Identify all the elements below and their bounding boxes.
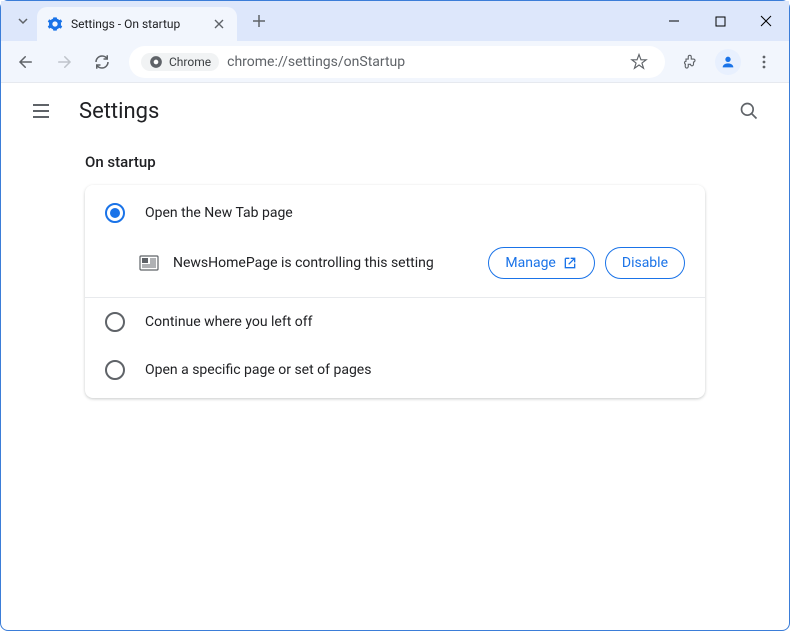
chrome-chip-label: Chrome bbox=[169, 55, 211, 69]
option-specific[interactable]: Open a specific page or set of pages bbox=[85, 346, 705, 394]
arrow-left-icon bbox=[17, 53, 35, 71]
manage-button[interactable]: Manage bbox=[488, 247, 594, 279]
page-title: Settings bbox=[79, 99, 159, 124]
maximize-icon bbox=[715, 16, 726, 27]
close-window-button[interactable] bbox=[743, 1, 789, 41]
search-settings-button[interactable] bbox=[729, 91, 769, 131]
plus-icon bbox=[252, 14, 266, 28]
url-text: chrome://settings/onStartup bbox=[227, 54, 405, 70]
option-new-tab[interactable]: Open the New Tab page bbox=[85, 189, 705, 237]
minimize-icon bbox=[668, 15, 680, 27]
back-button[interactable] bbox=[9, 45, 43, 79]
manage-label: Manage bbox=[505, 255, 555, 271]
tab-search-dropdown[interactable] bbox=[9, 7, 37, 35]
disable-button[interactable]: Disable bbox=[605, 247, 685, 279]
extension-notice-text: NewsHomePage is controlling this setting bbox=[173, 255, 474, 271]
gear-icon bbox=[47, 16, 63, 32]
option-label: Open a specific page or set of pages bbox=[145, 362, 371, 378]
chrome-menu-button[interactable] bbox=[747, 45, 781, 79]
disable-label: Disable bbox=[622, 255, 668, 271]
radio-continue[interactable] bbox=[105, 312, 125, 332]
minimize-button[interactable] bbox=[651, 1, 697, 41]
dots-vertical-icon bbox=[756, 54, 772, 70]
chrome-chip: Chrome bbox=[141, 53, 219, 71]
close-icon bbox=[760, 15, 772, 27]
person-icon bbox=[720, 54, 736, 70]
extensions-button[interactable] bbox=[675, 45, 709, 79]
maximize-button[interactable] bbox=[697, 1, 743, 41]
option-continue[interactable]: Continue where you left off bbox=[85, 298, 705, 346]
option-label: Continue where you left off bbox=[145, 314, 313, 330]
star-icon bbox=[630, 53, 648, 71]
profile-button[interactable] bbox=[711, 45, 745, 79]
settings-content: On startup Open the New Tab page NewsHom… bbox=[1, 139, 789, 398]
chevron-down-icon bbox=[17, 15, 29, 27]
browser-tab[interactable]: Settings - On startup bbox=[37, 7, 237, 41]
extension-notice-row: NewsHomePage is controlling this setting… bbox=[85, 237, 705, 298]
puzzle-icon bbox=[683, 53, 701, 71]
close-icon bbox=[214, 19, 224, 29]
forward-button[interactable] bbox=[47, 45, 81, 79]
radio-specific[interactable] bbox=[105, 360, 125, 380]
settings-header: Settings bbox=[1, 83, 789, 139]
window-titlebar: Settings - On startup bbox=[1, 1, 789, 41]
radio-new-tab[interactable] bbox=[105, 203, 125, 223]
reload-button[interactable] bbox=[85, 45, 119, 79]
tab-close-button[interactable] bbox=[211, 16, 227, 32]
window-controls bbox=[651, 1, 789, 41]
extension-actions: Manage Disable bbox=[488, 247, 685, 279]
bookmark-button[interactable] bbox=[625, 48, 653, 76]
settings-menu-button[interactable] bbox=[21, 91, 61, 131]
reload-icon bbox=[93, 53, 111, 71]
tab-title: Settings - On startup bbox=[71, 17, 203, 31]
extension-icon bbox=[139, 253, 159, 273]
startup-card: Open the New Tab page NewsHomePage is co… bbox=[85, 185, 705, 398]
section-title: On startup bbox=[85, 153, 705, 171]
chrome-icon bbox=[149, 55, 163, 69]
open-in-new-icon bbox=[562, 255, 578, 271]
option-label: Open the New Tab page bbox=[145, 205, 293, 221]
hamburger-icon bbox=[31, 101, 51, 121]
newspaper-icon bbox=[139, 253, 159, 273]
arrow-right-icon bbox=[55, 53, 73, 71]
new-tab-button[interactable] bbox=[245, 7, 273, 35]
search-icon bbox=[739, 101, 759, 121]
omnibox[interactable]: Chrome chrome://settings/onStartup bbox=[129, 46, 665, 78]
avatar bbox=[715, 49, 741, 75]
address-bar: Chrome chrome://settings/onStartup bbox=[1, 41, 789, 83]
